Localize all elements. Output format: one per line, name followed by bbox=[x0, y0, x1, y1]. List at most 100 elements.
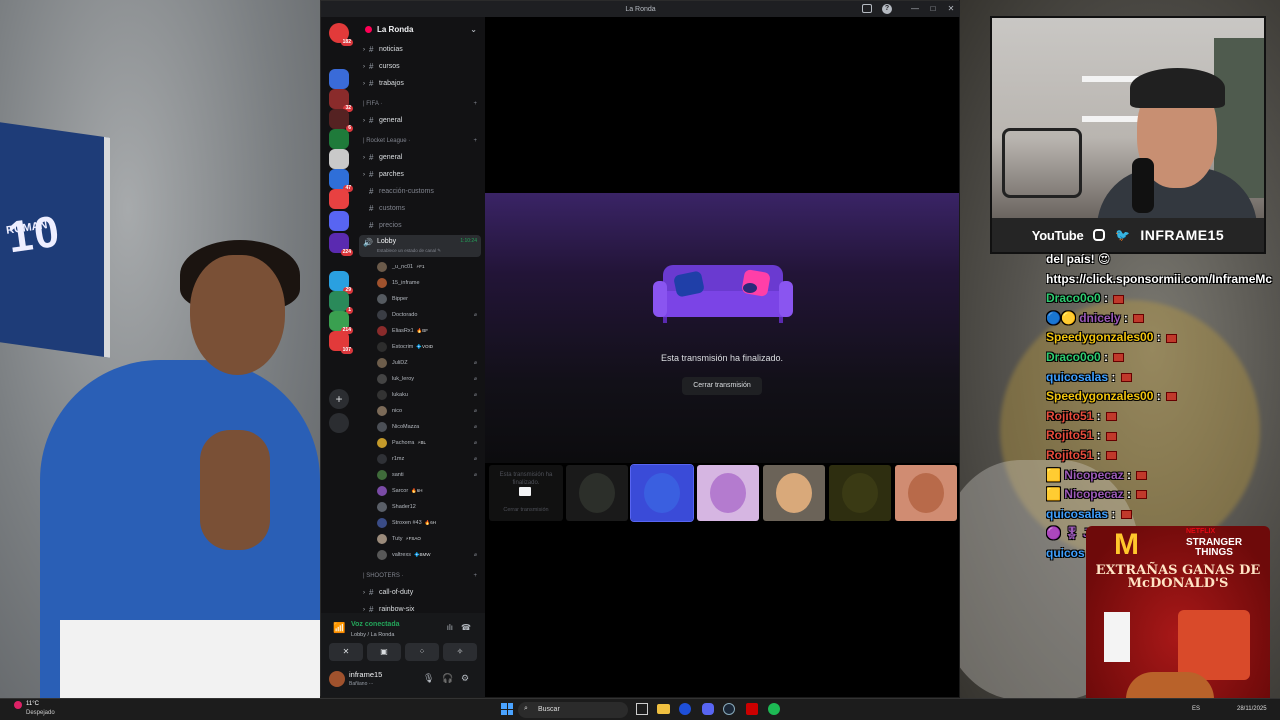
channel-item[interactable]: › # call-of-duty bbox=[357, 584, 485, 601]
user-bar: inframe15 Bañiano ⋯ 🎙 🎧 ⚙ bbox=[321, 665, 485, 697]
soundboard-button[interactable]: ✧ bbox=[443, 643, 477, 661]
noise-suppression-icon[interactable]: ılı bbox=[447, 623, 453, 632]
taskbar-search[interactable]: ⌕ Buscar bbox=[518, 702, 628, 718]
channel-item[interactable]: › # parches bbox=[357, 166, 485, 183]
voice-user[interactable]: JuliDZ ⌀ bbox=[377, 355, 481, 371]
voice-user[interactable]: EliasRx1 🔥BF bbox=[377, 323, 481, 339]
server-header[interactable]: La Ronda ⌄ bbox=[357, 17, 485, 41]
channel-item[interactable]: # precios bbox=[357, 217, 485, 234]
username[interactable]: inframe15 bbox=[349, 670, 382, 679]
add-channel-icon[interactable]: + bbox=[473, 138, 477, 144]
voice-user[interactable]: lukaku ⌀ bbox=[377, 387, 481, 403]
avatar[interactable] bbox=[329, 671, 345, 687]
channel-item[interactable]: › # rainbow-six bbox=[357, 601, 485, 613]
edge-icon[interactable] bbox=[679, 703, 691, 715]
channel-item[interactable]: › # cursos bbox=[357, 58, 485, 75]
channel-item[interactable]: › # noticias bbox=[357, 41, 485, 58]
server-icon[interactable]: 182 bbox=[329, 23, 353, 46]
camera-button[interactable]: ✕ bbox=[329, 643, 363, 661]
channel-item[interactable]: # reacción-customs bbox=[357, 183, 485, 200]
voice-user[interactable]: 15_inframe bbox=[377, 275, 481, 291]
channel-item[interactable]: › # general bbox=[357, 149, 485, 166]
voice-user[interactable]: Estocrim 💠VOID bbox=[377, 339, 481, 355]
server-icon[interactable]: 214 bbox=[329, 311, 353, 334]
close-button[interactable]: ✕ bbox=[942, 1, 960, 17]
discover-icon[interactable] bbox=[329, 413, 349, 433]
chevron-down-icon[interactable]: ⌄ bbox=[470, 25, 477, 34]
server-icon[interactable]: 1 bbox=[329, 291, 353, 314]
headphones-icon[interactable]: 🎧 bbox=[442, 673, 453, 684]
category-header[interactable]: | Rocket League · + bbox=[357, 134, 485, 148]
voice-user[interactable]: valtrexs 💠BMW ⌀ bbox=[377, 547, 481, 563]
participant-tile[interactable] bbox=[566, 465, 628, 521]
microphone-icon[interactable]: 🎙 bbox=[423, 673, 434, 684]
chat-username: Rojito51 bbox=[1046, 408, 1094, 423]
server-icon[interactable] bbox=[329, 189, 349, 209]
category-header[interactable]: | FIFA · + bbox=[357, 97, 485, 111]
ended-stream-tile[interactable]: Esta transmisión ha finalizado. Cerrar t… bbox=[489, 465, 563, 521]
server-icon[interactable]: 6 bbox=[329, 109, 353, 132]
voice-user[interactable]: Doctorado ⌀ bbox=[377, 307, 481, 323]
participant-tile[interactable] bbox=[895, 465, 957, 521]
spotify-icon[interactable] bbox=[768, 703, 780, 715]
tile-close-button[interactable]: Cerrar transmisión bbox=[493, 507, 559, 513]
voice-user[interactable]: _u_nc01 ⚡F1 bbox=[377, 259, 481, 275]
file-explorer-icon[interactable] bbox=[657, 704, 670, 714]
server-icon[interactable] bbox=[329, 149, 349, 169]
disconnect-icon[interactable]: ☎ bbox=[461, 623, 471, 632]
help-icon[interactable]: ? bbox=[882, 4, 892, 14]
discord-icon[interactable] bbox=[702, 703, 714, 715]
voice-user[interactable]: Shader12 bbox=[377, 499, 481, 515]
participant-tile[interactable] bbox=[829, 465, 891, 521]
instagram-icon bbox=[1093, 229, 1106, 241]
voice-user[interactable]: Tuty ⚡FSAO bbox=[377, 531, 481, 547]
voice-channel-lobby[interactable]: 🔊 Lobby 1:10:24 Establece un estado de cana… bbox=[359, 235, 481, 257]
voice-user[interactable]: luk_leroy ⌀ bbox=[377, 371, 481, 387]
search-icon: ⌕ bbox=[524, 705, 528, 712]
voice-user[interactable]: Bipper bbox=[377, 291, 481, 307]
channel-item[interactable]: › # general bbox=[357, 112, 485, 129]
server-icon[interactable]: 29 bbox=[329, 271, 353, 294]
participant-tile[interactable] bbox=[763, 465, 825, 521]
muted-icon: ⌀ bbox=[473, 360, 477, 366]
channel-item[interactable]: › # trabajos bbox=[357, 75, 485, 92]
app-icon[interactable] bbox=[746, 703, 758, 715]
activities-button[interactable]: ⁘ bbox=[405, 643, 439, 661]
gear-icon[interactable]: ⚙ bbox=[461, 673, 469, 684]
voice-user[interactable]: Stroxen #43 🔥6H bbox=[377, 515, 481, 531]
share-screen-button[interactable]: ▣ bbox=[367, 643, 401, 661]
task-view-icon[interactable] bbox=[636, 703, 648, 715]
category-header[interactable]: | SHOOTERS · + bbox=[357, 569, 485, 583]
voice-connected-label[interactable]: Voz conectada bbox=[351, 621, 400, 628]
start-icon[interactable] bbox=[501, 703, 513, 715]
participant-tile[interactable] bbox=[697, 465, 759, 521]
voice-user[interactable]: Pachorra ⚡BL ⌀ bbox=[377, 435, 481, 451]
server-icon[interactable] bbox=[329, 211, 349, 231]
add-channel-icon[interactable]: + bbox=[473, 101, 477, 107]
inbox-icon[interactable] bbox=[862, 4, 872, 13]
participant-tile[interactable] bbox=[630, 464, 694, 522]
server-icon[interactable]: 107 bbox=[329, 331, 353, 354]
voice-channel-status[interactable]: Establece un estado de canal ✎ bbox=[377, 248, 441, 254]
taskbar-date[interactable]: 28/11/2025 bbox=[1237, 706, 1267, 712]
add-server-icon[interactable]: + bbox=[329, 389, 349, 409]
voice-user[interactable]: Sarcor 🔥6H bbox=[377, 483, 481, 499]
server-icon[interactable]: 32 bbox=[329, 89, 353, 112]
language-indicator[interactable]: ES bbox=[1192, 706, 1200, 712]
server-icon[interactable] bbox=[329, 69, 349, 89]
server-icon[interactable] bbox=[329, 129, 349, 149]
voice-user[interactable]: NicoMazza ⌀ bbox=[377, 419, 481, 435]
maximize-button[interactable]: □ bbox=[924, 1, 942, 17]
channel-item[interactable]: # customs bbox=[357, 200, 485, 217]
add-channel-icon[interactable]: + bbox=[473, 573, 477, 579]
voice-user[interactable]: r1mz ⌀ bbox=[377, 451, 481, 467]
server-icon[interactable]: 224 bbox=[329, 233, 353, 256]
server-icon[interactable]: 47 bbox=[329, 169, 353, 192]
close-stream-button[interactable]: Cerrar transmisión bbox=[682, 377, 762, 395]
voice-connected-channel[interactable]: Lobby / La Ronda bbox=[351, 632, 394, 638]
steam-icon[interactable] bbox=[723, 703, 735, 715]
minimize-button[interactable]: — bbox=[906, 1, 924, 17]
voice-user[interactable]: santi ⌀ bbox=[377, 467, 481, 483]
voice-user[interactable]: nico ⌀ bbox=[377, 403, 481, 419]
chat-message: 🔵🟡 dnicely : bbox=[1046, 309, 1280, 329]
